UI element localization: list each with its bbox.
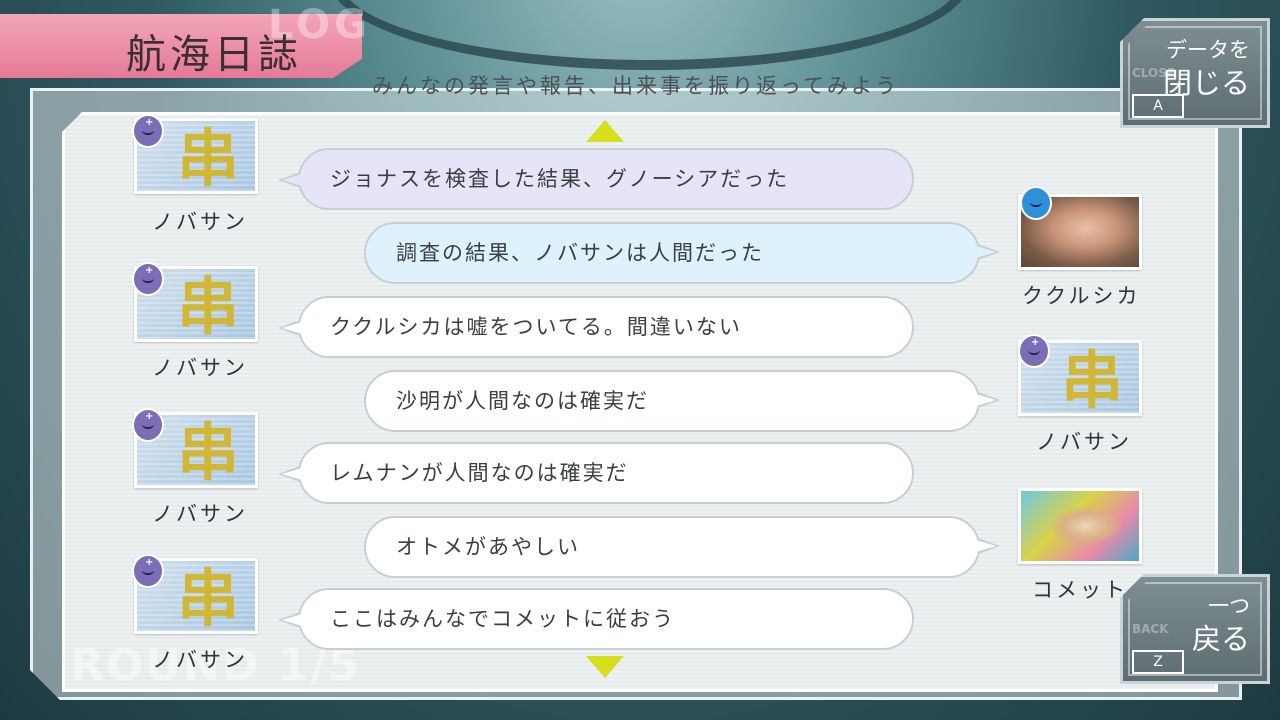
portrait-comet <box>1018 488 1142 564</box>
close-data-button[interactable]: CLOSE データを 閉じる A <box>1120 18 1270 128</box>
doctor-icon: + <box>132 554 164 588</box>
speaker-name: ノバサン <box>152 648 248 672</box>
back-label-main: 戻る <box>1191 622 1250 656</box>
speaker-name: ノバサン <box>1036 430 1132 454</box>
scroll-down-arrow-icon[interactable] <box>586 656 624 678</box>
log-message: 調査の結果、ノバサンは人間だった <box>364 222 1000 284</box>
close-key-hint: A <box>1132 94 1184 118</box>
log-message: ジョナスを検査した結果、グノーシアだった <box>278 148 914 210</box>
back-key-hint: Z <box>1132 650 1184 674</box>
doctor-icon: + <box>132 408 164 442</box>
log-message: オトメがあやしい <box>364 516 1000 578</box>
scroll-up-arrow-icon[interactable] <box>586 120 624 142</box>
speaker-name: ノバサン <box>152 356 248 380</box>
log-message: 沙明が人間なのは確実だ <box>364 370 1000 432</box>
speaker-name: ククルシカ <box>1022 284 1141 308</box>
log-message: レムナンが人間なのは確実だ <box>278 442 914 504</box>
doctor-icon: + <box>1018 334 1050 368</box>
doctor-icon: + <box>132 262 164 296</box>
engineer-icon <box>1020 186 1052 220</box>
page-title: 航海日誌 <box>126 32 302 78</box>
speaker-name: ノバサン <box>152 502 248 526</box>
speaker-name: コメット <box>1032 578 1128 602</box>
page-subtitle: みんなの発言や報告、出来事を振り返ってみよう <box>372 74 899 98</box>
speaker-name: ノバサン <box>152 210 248 234</box>
log-message: ククルシカは嘘をついてる。間違いない <box>278 296 914 358</box>
log-message: ここはみんなでコメットに従おう <box>278 588 914 650</box>
back-ghost-label: BACK <box>1132 622 1169 636</box>
doctor-icon: + <box>132 114 164 148</box>
